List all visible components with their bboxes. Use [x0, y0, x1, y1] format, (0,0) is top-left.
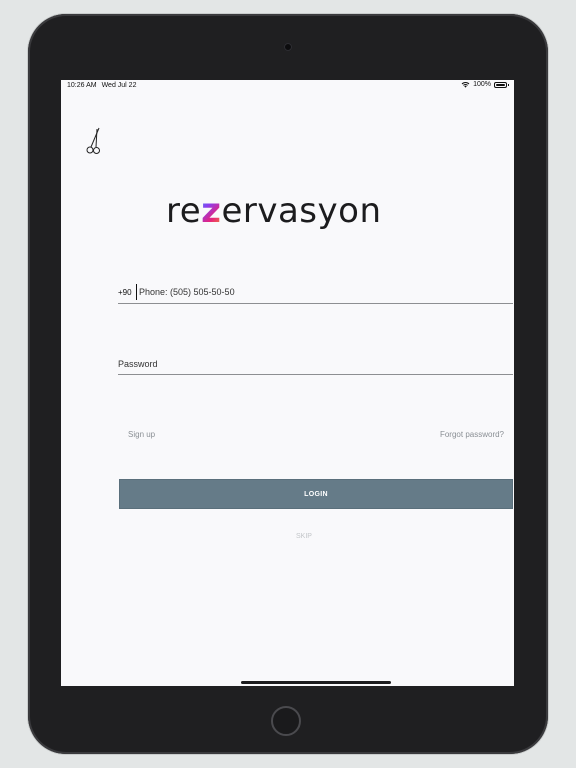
logo-highlight-letter: z: [201, 191, 222, 231]
forgot-password-link[interactable]: Forgot password?: [440, 430, 504, 439]
sign-up-link[interactable]: Sign up: [128, 430, 155, 439]
logo-prefix: re: [166, 191, 202, 231]
skip-button[interactable]: SKIP: [296, 533, 312, 540]
phone-input[interactable]: [136, 284, 509, 300]
battery-percentage: 100%: [473, 81, 491, 88]
front-camera: [284, 43, 292, 51]
login-button[interactable]: LOGIN: [119, 479, 513, 509]
wifi-icon: [461, 82, 470, 88]
status-bar: 10:26 AM Wed Jul 22 100%: [61, 80, 514, 94]
status-time-date: 10:26 AM Wed Jul 22: [67, 82, 141, 89]
status-indicators: 100%: [461, 81, 509, 88]
status-date: Wed Jul 22: [101, 82, 137, 89]
app-screen: 10:26 AM Wed Jul 22 100% re z ervasyon +…: [61, 80, 514, 686]
app-logo: re z ervasyon: [166, 191, 382, 231]
status-time: 10:26 AM: [67, 82, 97, 89]
phone-field: +90: [118, 283, 513, 304]
password-input[interactable]: [118, 356, 508, 372]
home-button[interactable]: [271, 706, 301, 736]
country-code[interactable]: +90: [118, 288, 132, 297]
battery-fill: [496, 83, 505, 86]
scissors-icon[interactable]: [86, 127, 102, 155]
password-field: [118, 354, 513, 375]
logo-suffix: ervasyon: [221, 191, 382, 231]
battery-icon: [494, 81, 509, 88]
tablet-frame: 10:26 AM Wed Jul 22 100% re z ervasyon +…: [28, 14, 548, 754]
home-indicator: [241, 681, 391, 684]
